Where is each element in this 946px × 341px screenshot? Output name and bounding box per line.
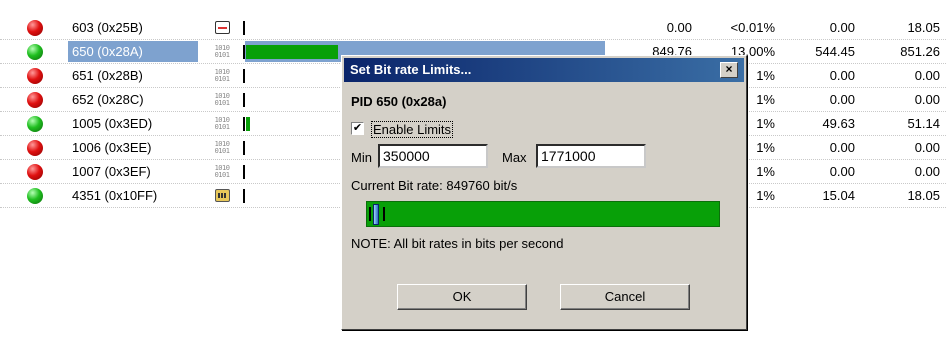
- bitrate-marker: [243, 21, 245, 35]
- current-bitrate-text: Current Bit rate: 849760 bit/s: [351, 178, 518, 193]
- current-bitrate-needle: [373, 204, 379, 225]
- status-light-icon: [27, 164, 43, 180]
- cell-max: 0.00: [914, 92, 940, 107]
- min-limit-marker: [369, 207, 371, 221]
- status-light-icon: [27, 92, 43, 108]
- dialog-titlebar[interactable]: Set Bit rate Limits... ×: [344, 58, 744, 82]
- cell-percent: <0.01%: [730, 20, 775, 35]
- status-light-icon: [27, 116, 43, 132]
- pid-cell: 652 (0x28C): [72, 92, 144, 107]
- cell-min: 0.00: [829, 68, 855, 83]
- pid-cell: 651 (0x28B): [72, 68, 143, 83]
- bitrate-limits-dialog: Set Bit rate Limits... × PID 650 (0x28a)…: [341, 55, 747, 330]
- cell-current: 0.00: [666, 20, 692, 35]
- pid-cell: 603 (0x25B): [72, 20, 143, 35]
- bitrate-bar: [246, 45, 338, 59]
- pid-heading: PID 650 (0x28a): [351, 94, 447, 109]
- max-label: Max: [502, 150, 527, 165]
- cell-min: 49.63: [822, 116, 855, 131]
- cell-min: 15.04: [822, 188, 855, 203]
- enable-limits-label[interactable]: Enable Limits: [371, 121, 454, 138]
- pid-cell: 4351 (0x10FF): [72, 188, 158, 203]
- pid-cell: 1007 (0x3EF): [72, 164, 151, 179]
- close-button[interactable]: ×: [720, 62, 738, 78]
- note-text: NOTE: All bit rates in bits per second: [351, 236, 564, 251]
- cancel-button[interactable]: Cancel: [560, 284, 690, 310]
- pid-cell: 1005 (0x3ED): [72, 116, 153, 131]
- bitrate-marker: [243, 117, 245, 131]
- bitrate-bar: [246, 117, 250, 131]
- bitrate-marker: [243, 69, 245, 83]
- status-light-icon: [27, 140, 43, 156]
- cell-min: 544.45: [815, 44, 855, 59]
- min-label: Min: [351, 150, 372, 165]
- cell-max: 851.26: [900, 44, 940, 59]
- max-limit-marker: [383, 207, 385, 221]
- cell-max: 0.00: [914, 164, 940, 179]
- cell-max: 0.00: [914, 140, 940, 155]
- keyboard-icon: [215, 189, 230, 202]
- enable-limits-checkbox[interactable]: ✔: [351, 122, 364, 135]
- bitrate-marker: [243, 93, 245, 107]
- binary-data-icon: 1010 0101: [214, 45, 230, 59]
- bitrate-marker: [243, 45, 245, 59]
- status-light-icon: [27, 20, 43, 36]
- bitrate-marker: [243, 165, 245, 179]
- cell-min: 0.00: [829, 92, 855, 107]
- bitrate-marker: [243, 189, 245, 203]
- status-light-icon: [27, 188, 43, 204]
- binary-data-icon: 1010 0101: [214, 117, 230, 131]
- binary-data-icon: 1010 0101: [214, 165, 230, 179]
- cell-max: 18.05: [907, 20, 940, 35]
- cell-min: 0.00: [829, 140, 855, 155]
- bitrate-limit-bar[interactable]: [366, 201, 720, 227]
- max-input[interactable]: [536, 144, 646, 168]
- cell-min: 0.00: [829, 164, 855, 179]
- binary-data-icon: 1010 0101: [214, 141, 230, 155]
- binary-data-icon: 1010 0101: [214, 69, 230, 83]
- stop-box-icon: [215, 21, 230, 34]
- table-row[interactable]: 603 (0x25B) 0.00 <0.01% 0.00 18.05: [0, 16, 946, 40]
- ok-button[interactable]: OK: [397, 284, 527, 310]
- cell-max: 18.05: [907, 188, 940, 203]
- status-light-icon: [27, 68, 43, 84]
- cell-max: 51.14: [907, 116, 940, 131]
- binary-data-icon: 1010 0101: [214, 93, 230, 107]
- status-light-icon: [27, 44, 43, 60]
- close-icon: ×: [725, 62, 733, 76]
- pid-cell: 1006 (0x3EE): [72, 140, 152, 155]
- pid-cell: 650 (0x28A): [68, 41, 198, 62]
- cell-max: 0.00: [914, 68, 940, 83]
- dialog-title: Set Bit rate Limits...: [350, 62, 472, 77]
- min-input[interactable]: [378, 144, 488, 168]
- cell-min: 0.00: [829, 20, 855, 35]
- bitrate-marker: [243, 141, 245, 155]
